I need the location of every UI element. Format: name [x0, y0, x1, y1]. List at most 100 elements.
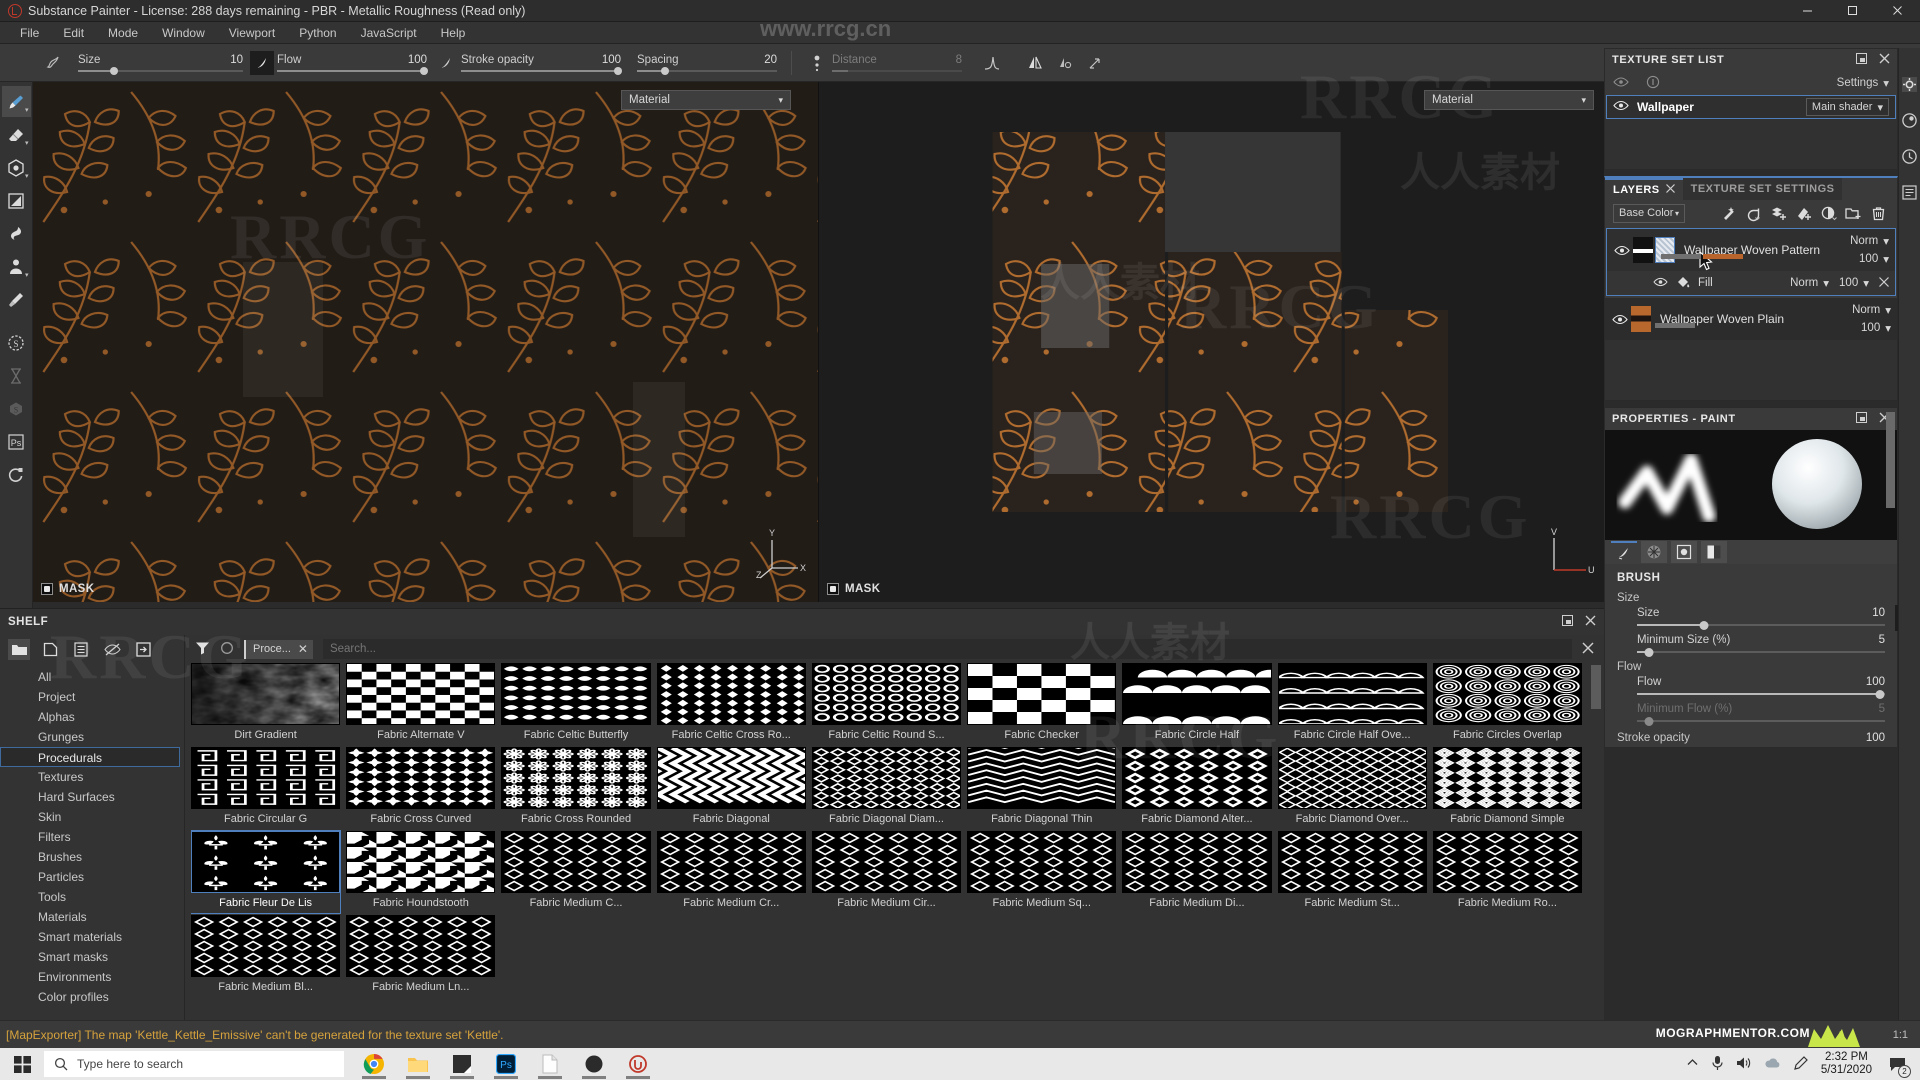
texture-set-list-close-button[interactable]	[1879, 53, 1890, 67]
tab-gradient-properties[interactable]	[1701, 541, 1727, 563]
texture-set-visibility-icon[interactable]	[1613, 100, 1629, 114]
layer-row[interactable]: Wallpaper Woven Pattern Norm ▾ 100 ▾	[1607, 229, 1895, 271]
stroke-opacity-row[interactable]: Stroke opacity 100	[1617, 730, 1885, 747]
shelf-item[interactable]: Fabric Celtic Butterfly	[501, 663, 651, 745]
substance-share-icon[interactable]: S	[2, 393, 31, 424]
layer-row[interactable]: Wallpaper Woven Plain Norm ▾ 100 ▾	[1605, 298, 1897, 340]
notepad-icon[interactable]	[442, 1048, 482, 1080]
close-icon[interactable]: ✕	[298, 642, 308, 656]
hide-preview-icon[interactable]	[101, 639, 123, 660]
shelf-category-alphas[interactable]: Alphas	[0, 707, 184, 727]
shelf-category-project[interactable]: Project	[0, 687, 184, 707]
onedrive-icon[interactable]	[1764, 1057, 1781, 1072]
shelf-category-tools[interactable]: Tools	[0, 887, 184, 907]
shelf-category-brushes[interactable]: Brushes	[0, 847, 184, 867]
baking-hourglass-icon[interactable]	[2, 360, 31, 391]
delete-layer-icon[interactable]	[1868, 203, 1889, 224]
shelf-scrollbar[interactable]	[1591, 665, 1601, 709]
shelf-item[interactable]: Fabric Celtic Round S...	[811, 663, 962, 745]
distance-parameter[interactable]: Distance 8	[832, 54, 962, 72]
display-settings-icon[interactable]	[1900, 74, 1920, 94]
projection-mode-icon[interactable]	[1083, 51, 1107, 75]
layer-blend-mode[interactable]: Norm ▾	[1850, 234, 1889, 248]
shelf-category-particles[interactable]: Particles	[0, 867, 184, 887]
shelf-close-button[interactable]	[1585, 615, 1596, 629]
polygon-fill-tool[interactable]	[2, 185, 31, 216]
eraser-tool[interactable]: ▾	[2, 119, 31, 150]
shelf-category-smart-masks[interactable]: Smart masks	[0, 947, 184, 967]
menu-python[interactable]: Python	[287, 22, 348, 44]
shelf-item[interactable]: Fabric Medium St...	[1277, 831, 1427, 913]
brush-preset-icon[interactable]	[40, 50, 66, 76]
menu-viewport[interactable]: Viewport	[217, 22, 287, 44]
flow-parameter[interactable]: Flow 100	[277, 54, 428, 75]
layer-effect-row[interactable]: Fill Norm ▾ 100 ▾	[1607, 271, 1895, 295]
texture-set-info-icon[interactable]	[1646, 75, 1660, 92]
shelf-item[interactable]: Fabric Diamond Simple	[1432, 747, 1582, 829]
log-panel-icon[interactable]	[1900, 182, 1920, 202]
shelf-item[interactable]: Fabric Circular G	[191, 747, 341, 829]
shelf-category-filters[interactable]: Filters	[0, 827, 184, 847]
tab-layers[interactable]: LAYERS	[1605, 178, 1683, 200]
volume-icon[interactable]	[1736, 1056, 1752, 1073]
chrome-icon[interactable]	[354, 1048, 394, 1080]
viewport[interactable]: Material ▾ Y X Z MASK Material ▾ V U MAS…	[33, 82, 1604, 602]
viewport-left-mask-indicator[interactable]: MASK	[41, 583, 94, 595]
layer-content-thumbnail[interactable]	[1631, 306, 1651, 332]
substance-designer-icon[interactable]	[574, 1048, 614, 1080]
shelf-item[interactable]: Fabric Medium Bl...	[191, 915, 341, 997]
effect-blend-mode[interactable]: Norm ▾	[1790, 276, 1829, 290]
tab-brush-properties[interactable]	[1611, 541, 1637, 563]
add-paint-layer-icon[interactable]	[1793, 203, 1814, 224]
viewport-right-mask-indicator[interactable]: MASK	[827, 583, 880, 595]
symmetry-icon[interactable]	[1023, 51, 1047, 75]
shelf-category-hard-surfaces[interactable]: Hard Surfaces	[0, 787, 184, 807]
substance-source-icon[interactable]: S	[2, 327, 31, 358]
brush-size-slider[interactable]: Size 10	[1637, 605, 1920, 631]
effect-visibility-icon[interactable]	[1653, 276, 1668, 290]
list-view-icon[interactable]	[70, 639, 92, 660]
shelf-category-skin[interactable]: Skin	[0, 807, 184, 827]
start-button[interactable]	[0, 1048, 44, 1080]
texture-set-list-float-button[interactable]	[1856, 53, 1867, 67]
shelf-item[interactable]: Fabric Medium C...	[501, 831, 651, 913]
tab-stencil-properties[interactable]	[1671, 541, 1697, 563]
show-hidden-icons-chevron[interactable]	[1686, 1056, 1699, 1072]
menu-edit[interactable]: Edit	[51, 22, 96, 44]
menu-mode[interactable]: Mode	[96, 22, 150, 44]
toggle-all-visibility-icon[interactable]	[1613, 76, 1630, 91]
falloff-curve-icon[interactable]	[980, 51, 1004, 75]
add-fill-layer-icon[interactable]	[1768, 203, 1789, 224]
shelf-item[interactable]: Fabric Medium Cr...	[656, 831, 806, 913]
import-resource-icon[interactable]	[132, 639, 154, 660]
add-adjustment-icon[interactable]	[1818, 203, 1839, 224]
substance-painter-icon[interactable]	[618, 1048, 658, 1080]
viewport-2d-view[interactable]: Material ▾ V U MASK	[818, 82, 1604, 602]
brush-minimum-size-slider[interactable]: Minimum Size (%) 5	[1637, 634, 1885, 657]
minimize-button[interactable]	[1785, 0, 1830, 22]
shelf-category-all[interactable]: All	[0, 667, 184, 687]
size-parameter[interactable]: Size 10	[78, 54, 243, 75]
close-button[interactable]	[1875, 0, 1920, 22]
shelf-category-environments[interactable]: Environments	[0, 967, 184, 987]
microphone-icon[interactable]	[1711, 1055, 1724, 1074]
shelf-category-textures[interactable]: Textures	[0, 767, 184, 787]
layer-blend-mode[interactable]: Norm ▾	[1852, 303, 1891, 317]
taskbar-clock[interactable]: 2:32 PM 5/31/2020	[1821, 1051, 1872, 1077]
shelf-item[interactable]: Fabric Houndstooth	[346, 831, 496, 913]
document-icon[interactable]	[530, 1048, 570, 1080]
pen-settings-icon[interactable]	[1793, 1055, 1809, 1074]
effect-remove-button[interactable]	[1879, 276, 1889, 290]
shelf-item[interactable]: Fabric Medium Ro...	[1432, 831, 1582, 913]
clone-tool[interactable]: ▾	[2, 251, 31, 282]
photoshop-icon[interactable]: Ps	[486, 1048, 526, 1080]
properties-scrollbar[interactable]	[1886, 412, 1895, 508]
reset-filter-icon[interactable]	[220, 641, 234, 658]
shelf-item[interactable]: Fabric Circles Overlap	[1432, 663, 1582, 745]
iray-render-icon[interactable]	[2, 459, 31, 490]
brush-flow-slider[interactable]: Flow 100	[1637, 676, 1914, 699]
menu-window[interactable]: Window	[150, 22, 217, 44]
taskbar-search-box[interactable]: Type here to search	[44, 1051, 344, 1077]
shelf-search-input[interactable]	[322, 639, 1572, 659]
layer-mask-thumbnail[interactable]	[1633, 237, 1653, 263]
